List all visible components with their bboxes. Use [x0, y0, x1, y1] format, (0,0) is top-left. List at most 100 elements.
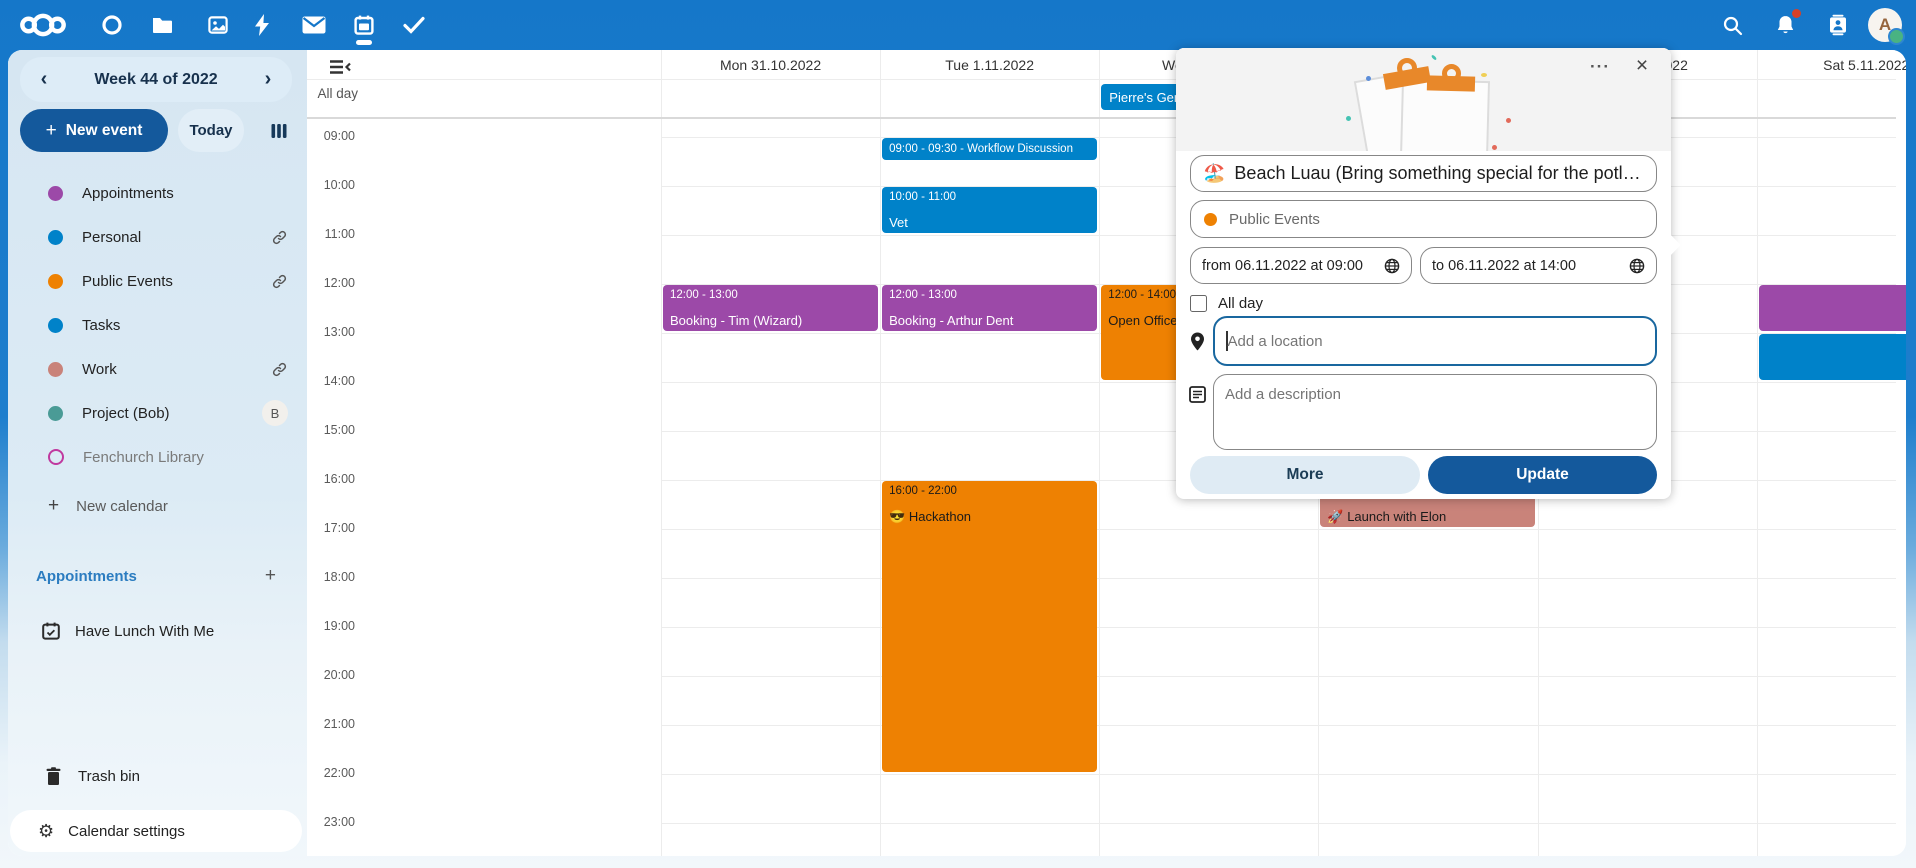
calendar-settings-button[interactable]: ⚙ Calendar settings — [10, 810, 302, 852]
tasks-app-icon[interactable] — [389, 0, 439, 50]
sidebar-calendar-appointments[interactable]: Appointments — [20, 171, 296, 215]
share-link-icon — [271, 273, 288, 290]
today-button[interactable]: Today — [178, 109, 244, 152]
calendar-label: Appointments — [82, 185, 174, 202]
shared-by-avatar: B — [262, 400, 288, 426]
calendar-select[interactable]: Public Events — [1190, 200, 1657, 238]
time-label: 12:00 — [307, 276, 355, 290]
timezone-globe-icon[interactable] — [1384, 258, 1400, 274]
close-icon[interactable]: × — [1627, 52, 1657, 80]
trash-bin-item[interactable]: Trash bin — [20, 754, 296, 798]
calendar-event[interactable]: 16:00 - 22:00😎 Hackathon — [882, 481, 1097, 772]
sidebar-calendar-personal[interactable]: Personal — [20, 215, 296, 259]
calendar-event[interactable]: 09:00 - 09:30 - Workflow Discussion — [882, 138, 1097, 160]
calendar-label: Tasks — [82, 317, 120, 334]
sidebar: ‹ Week 44 of 2022 › + New event Today Ap… — [8, 50, 307, 856]
time-label: 13:00 — [307, 325, 355, 339]
calendar-color-dot — [1204, 213, 1217, 226]
view-columns-icon[interactable] — [266, 118, 292, 144]
mail-app-icon[interactable] — [289, 0, 339, 50]
circle-app-icon[interactable] — [87, 0, 137, 50]
week-label: Week 44 of 2022 — [94, 71, 217, 89]
calendar-event[interactable]: 12:00 - 13:00Booking - Tim (Wizard) — [663, 285, 878, 331]
photos-app-icon[interactable] — [193, 0, 243, 50]
event-editor-popup: ··· × 🏖️ Beach Luau (Bring something spe… — [1176, 48, 1671, 499]
sidebar-calendar-fenchurch-library[interactable]: Fenchurch Library — [20, 435, 296, 479]
allday-row-label: All day — [307, 86, 358, 101]
hour-line — [661, 823, 1896, 824]
avatar-badge: B — [262, 400, 288, 426]
online-status-dot — [1888, 28, 1905, 45]
sidebar-calendar-public-events[interactable]: Public Events — [20, 259, 296, 303]
plus-icon: + — [48, 495, 59, 517]
notification-dot — [1792, 9, 1801, 18]
event-title-input[interactable]: 🏖️ Beach Luau (Bring something special f… — [1190, 155, 1657, 192]
activity-app-icon[interactable] — [237, 0, 287, 50]
gear-icon: ⚙ — [38, 821, 54, 842]
hour-line — [661, 627, 1896, 628]
time-label: 11:00 — [307, 227, 355, 241]
plus-icon: + — [46, 120, 57, 142]
contacts-icon[interactable] — [1816, 0, 1860, 50]
view-menu-icon[interactable] — [329, 59, 351, 80]
new-calendar-button[interactable]: + New calendar — [20, 484, 296, 528]
sidebar-calendar-tasks[interactable]: Tasks — [20, 303, 296, 347]
nextcloud-calendar-app: A Mon 31.10.2022Tue 1.11.2022Wed 2.11.20… — [0, 0, 1916, 868]
hour-line — [661, 676, 1896, 677]
description-icon — [1189, 386, 1206, 408]
trash-icon — [46, 767, 61, 785]
location-input[interactable]: Add a location — [1213, 316, 1657, 366]
checkbox[interactable] — [1190, 295, 1207, 312]
calendar-color-dot — [48, 406, 63, 421]
time-label: 22:00 — [307, 766, 355, 780]
timezone-globe-icon[interactable] — [1629, 258, 1645, 274]
column-line — [880, 50, 881, 856]
files-app-icon[interactable] — [137, 0, 187, 50]
time-label: 10:00 — [307, 178, 355, 192]
search-icon[interactable] — [1710, 0, 1754, 50]
more-button[interactable]: More — [1190, 456, 1420, 494]
appointments-section-heading: Appointments + — [36, 562, 296, 590]
time-label: 20:00 — [307, 668, 355, 682]
all-day-checkbox[interactable]: All day — [1190, 294, 1263, 312]
next-week-button[interactable]: › — [250, 57, 286, 102]
time-label: 23:00 — [307, 815, 355, 829]
calendar-event[interactable] — [1759, 285, 1906, 331]
calendar-label: Fenchurch Library — [83, 449, 204, 466]
calendar-label: Public Events — [82, 273, 173, 290]
update-button[interactable]: Update — [1428, 456, 1657, 494]
column-line — [1099, 50, 1100, 856]
location-pin-icon — [1190, 332, 1205, 356]
share-link-icon — [271, 229, 288, 246]
add-appointment-button[interactable]: + — [265, 565, 276, 587]
week-selector[interactable]: ‹ Week 44 of 2022 › — [20, 57, 292, 102]
previous-week-button[interactable]: ‹ — [26, 57, 62, 102]
end-datetime-input[interactable]: to 06.11.2022 at 14:00 — [1420, 247, 1657, 284]
description-input[interactable]: Add a description — [1213, 374, 1657, 450]
calendar-label: Personal — [82, 229, 141, 246]
time-label: 16:00 — [307, 472, 355, 486]
hour-line — [661, 774, 1896, 775]
sidebar-calendar-project-bob-[interactable]: Project (Bob)B — [20, 391, 296, 435]
time-label: 15:00 — [307, 423, 355, 437]
hour-line — [661, 529, 1896, 530]
calendar-color-dot — [48, 274, 63, 289]
time-label: 19:00 — [307, 619, 355, 633]
time-label: 14:00 — [307, 374, 355, 388]
nextcloud-logo-icon[interactable] — [18, 0, 68, 50]
calendar-event[interactable]: 10:00 - 11:00Vet — [882, 187, 1097, 233]
avatar[interactable]: A — [1868, 8, 1902, 42]
calendar-color-dot — [48, 230, 63, 245]
time-label: 17:00 — [307, 521, 355, 535]
calendar-event[interactable] — [1759, 334, 1906, 380]
start-datetime-input[interactable]: from 06.11.2022 at 09:00 — [1190, 247, 1412, 284]
new-event-button[interactable]: + New event — [20, 109, 168, 152]
top-header-bar: A — [0, 0, 1916, 50]
share-link-icon — [271, 361, 288, 378]
appointment-item-have-lunch[interactable]: Have Lunch With Me — [20, 609, 296, 653]
calendar-event[interactable]: 12:00 - 13:00Booking - Arthur Dent — [882, 285, 1097, 331]
sidebar-calendar-work[interactable]: Work — [20, 347, 296, 391]
notifications-bell-icon[interactable] — [1763, 0, 1807, 50]
hour-line — [661, 725, 1896, 726]
popup-actions-menu-button[interactable]: ··· — [1585, 53, 1615, 81]
